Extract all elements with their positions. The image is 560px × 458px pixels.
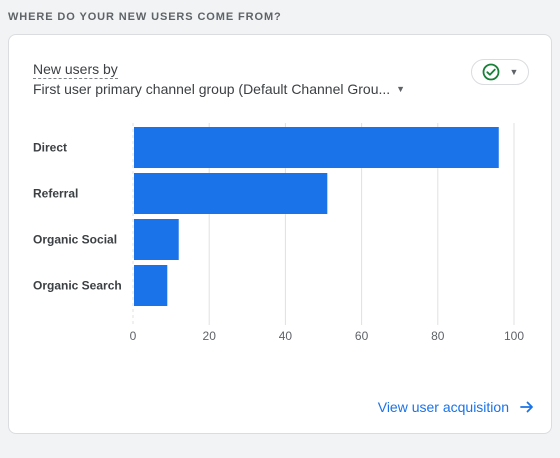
category-label: Referral (33, 187, 78, 201)
category-label: Organic Social (33, 233, 117, 247)
category-label: Direct (33, 141, 67, 155)
channel-bar-chart: 0 20 40 60 80 100 Direct Referral Organic Social… (33, 123, 524, 343)
bar-direct[interactable] (134, 127, 499, 168)
bar-referral[interactable] (134, 173, 328, 214)
arrow-right-icon (520, 401, 533, 413)
bar-organic-social[interactable] (134, 219, 179, 260)
x-tick-label: 100 (504, 329, 524, 343)
view-user-acquisition-link[interactable]: View user acquisition (378, 399, 535, 415)
x-tick-label: 40 (279, 329, 293, 343)
section-title: WHERE DO YOUR NEW USERS COME FROM? (8, 11, 282, 23)
x-tick-label: 0 (130, 329, 137, 343)
new-users-card: New users by First user primary channel … (8, 34, 552, 434)
x-tick-label: 60 (355, 329, 369, 343)
x-tick-label: 20 (203, 329, 217, 343)
x-tick-label: 80 (431, 329, 445, 343)
cta-label: View user acquisition (377, 399, 509, 415)
bar-organic-search[interactable] (134, 265, 168, 306)
category-label: Organic Search (33, 279, 122, 293)
